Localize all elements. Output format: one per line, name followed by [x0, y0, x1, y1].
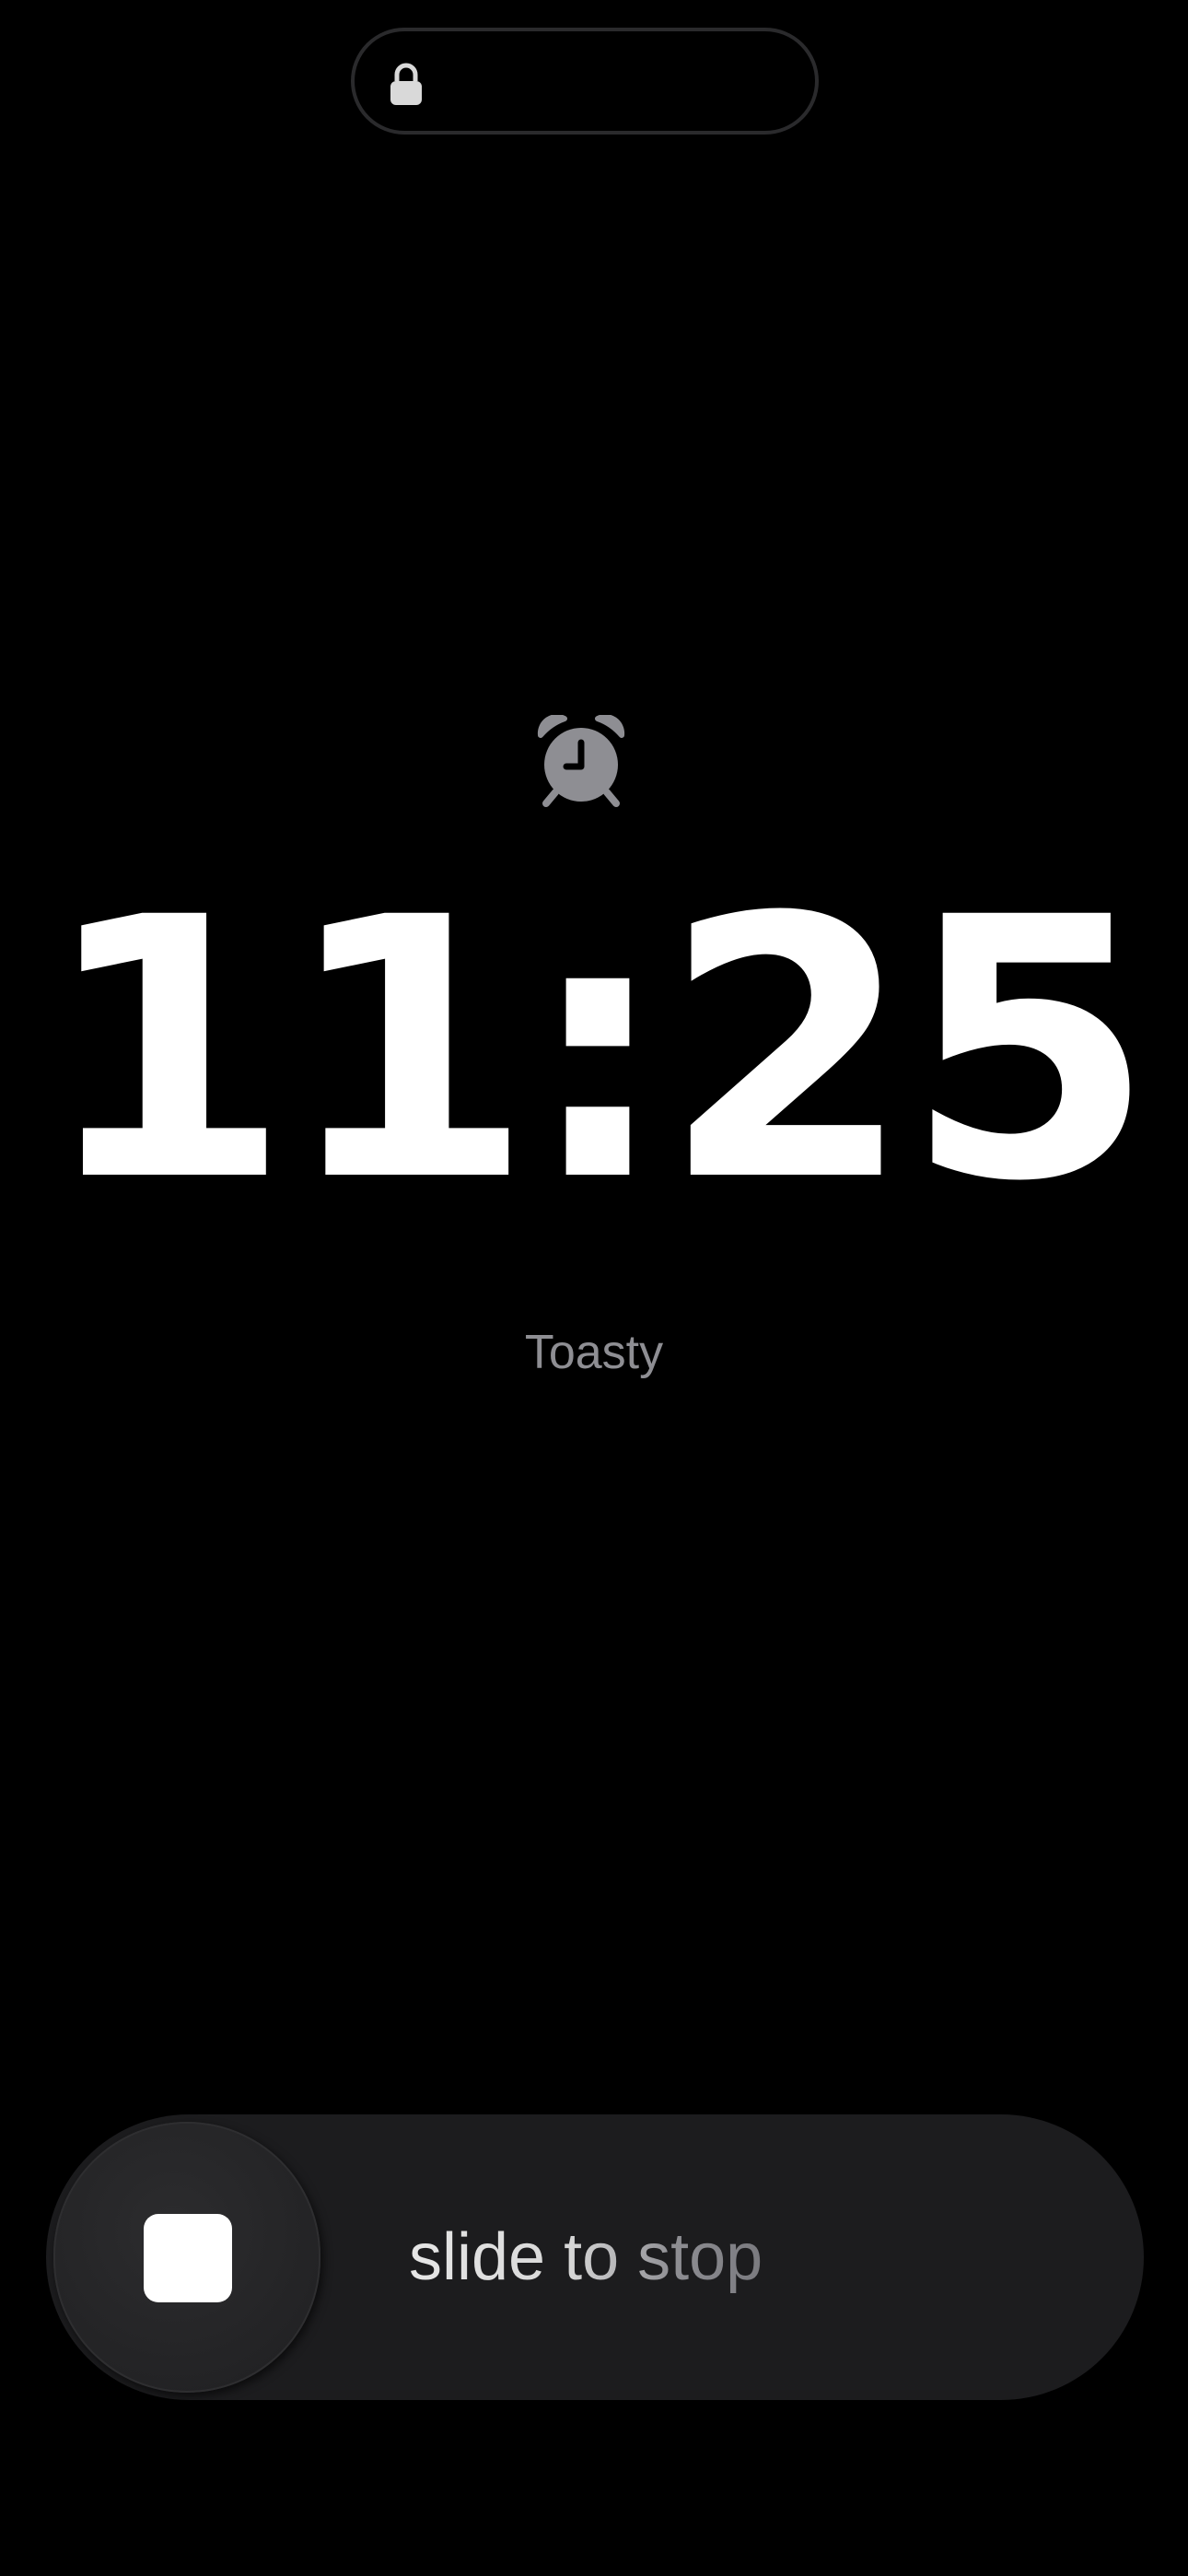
alarm-time: 11:25 — [41, 841, 1154, 1259]
alarm-clock-icon — [537, 715, 625, 807]
dynamic-island — [351, 28, 819, 135]
slider-label: slide to stop — [409, 2216, 763, 2299]
lock-icon — [390, 63, 422, 105]
alarm-label: Toasty — [524, 1326, 664, 1379]
slide-to-stop-slider[interactable]: slide to stop — [46, 2114, 1144, 2400]
slider-knob[interactable] — [53, 2122, 320, 2393]
stop-icon — [144, 2214, 232, 2302]
